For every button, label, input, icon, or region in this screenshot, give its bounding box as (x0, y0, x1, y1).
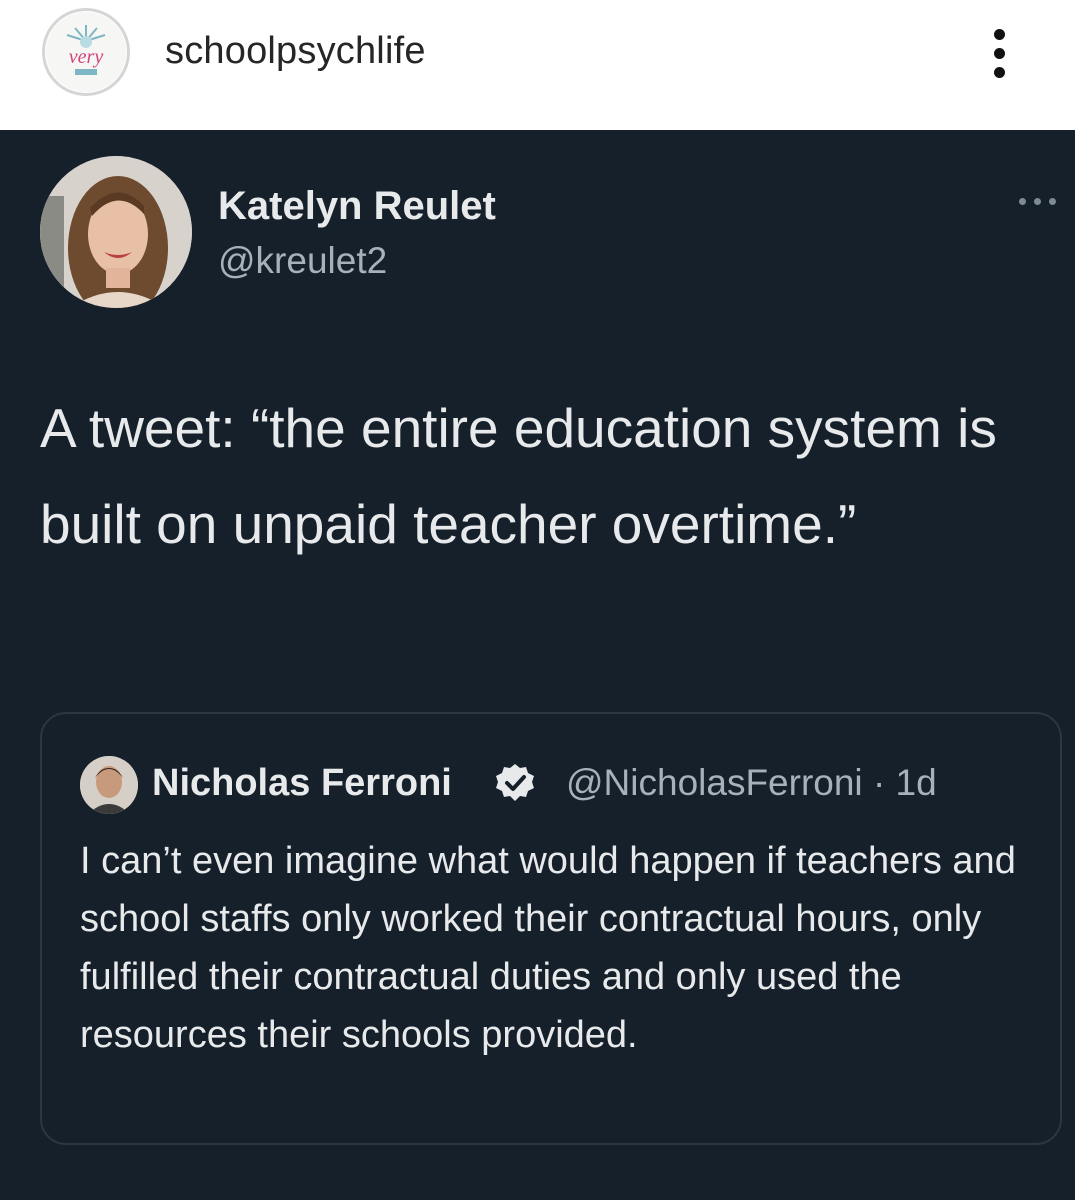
tweet-more-icon[interactable] (1013, 194, 1063, 210)
instagram-post-header: very schoolpsychlife (0, 0, 1075, 130)
quoted-author-handle[interactable]: @NicholasFerroni (566, 762, 863, 803)
tweet-author-name[interactable]: Katelyn Reulet (218, 184, 496, 229)
instagram-username[interactable]: schoolpsychlife (165, 30, 426, 73)
quoted-tweet-time[interactable]: 1d (896, 762, 937, 803)
tweet-author-handle[interactable]: @kreulet2 (218, 240, 387, 282)
tweet-card: Katelyn Reulet @kreulet2 A tweet: “the e… (0, 130, 1075, 1200)
quoted-tweet-text: I can’t even imagine what would happen i… (80, 840, 1016, 1056)
avatar-logo-text: very (69, 46, 104, 68)
verified-badge-icon (496, 764, 534, 801)
instagram-avatar[interactable]: very (42, 8, 130, 96)
tweet-text: A tweet: “the entire education system is… (40, 397, 997, 555)
quoted-author-avatar[interactable] (80, 756, 138, 814)
more-options-icon[interactable] (988, 26, 1012, 82)
tweet-author-avatar[interactable] (40, 156, 192, 308)
quoted-author-name[interactable]: Nicholas Ferroni (152, 762, 452, 805)
meta-separator: · (872, 762, 886, 803)
quoted-tweet[interactable]: Nicholas Ferroni @NicholasFerroni · 1d I… (40, 712, 1062, 1145)
quoted-author-meta: @NicholasFerroni · 1d (566, 762, 937, 804)
